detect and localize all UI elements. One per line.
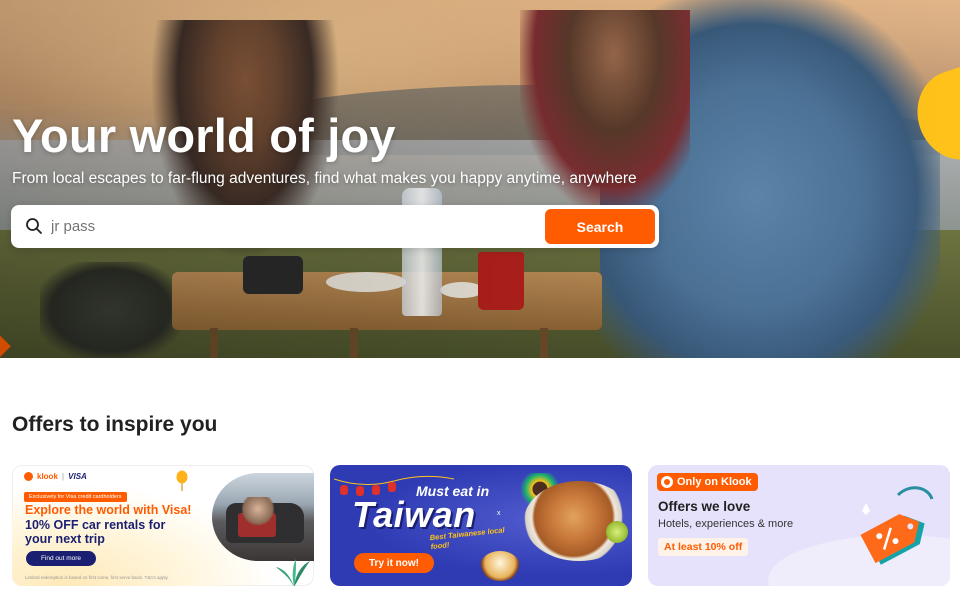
- discount-chip: At least 10% off: [658, 538, 749, 556]
- offer-card-visa[interactable]: klook | VISA Exclusively for Visa credit…: [12, 465, 314, 586]
- offer-tag: Exclusively for Visa credit cardholders: [24, 492, 127, 502]
- search-icon: [26, 218, 42, 234]
- headline-line: your next trip: [25, 532, 105, 546]
- travelers: [242, 497, 274, 527]
- offer-headline: Explore the world with Visa! 10% OFF car…: [25, 503, 215, 547]
- only-on-klook-badge: Only on Klook: [657, 473, 758, 491]
- klook-logo-icon: [24, 472, 33, 481]
- hero-banner: Your world of joy From local escapes to …: [0, 0, 960, 358]
- lime-slice: [606, 521, 628, 543]
- search-button[interactable]: Search: [545, 209, 655, 244]
- hero-subtitle: From local escapes to far-flung adventur…: [12, 170, 637, 187]
- brand-visa: VISA: [68, 472, 87, 481]
- fine-print: Limited redemption is based on first com…: [25, 575, 169, 580]
- headline-line: 10% OFF car rentals for: [25, 517, 166, 532]
- find-out-more-button[interactable]: Find out more: [26, 551, 96, 566]
- offer-description: Hotels, experiences & more: [658, 518, 794, 530]
- discount-tag-icon: [860, 486, 934, 565]
- offer-card-only-on-klook[interactable]: Only on Klook Offers we love Hotels, exp…: [648, 465, 950, 586]
- klook-logo-icon: [661, 476, 673, 488]
- brand-logos: klook | VISA: [24, 472, 87, 481]
- badge-label: Only on Klook: [677, 476, 752, 488]
- headline-line: Explore the world with Visa!: [25, 503, 192, 517]
- try-it-now-button[interactable]: Try it now!: [354, 553, 434, 573]
- hero-title: Your world of joy: [12, 109, 396, 162]
- car-trip-photo: [212, 473, 314, 561]
- plant-icon: [276, 559, 310, 586]
- shaved-ice-bowl: [480, 551, 520, 581]
- offer-card-taiwan[interactable]: Must eat in Taiwan x Best Taiwanese loca…: [330, 465, 632, 586]
- taiwan-mark: x: [497, 510, 501, 517]
- search-bar[interactable]: Search: [11, 205, 659, 248]
- search-input[interactable]: [51, 211, 541, 242]
- brand-klook: klook: [37, 472, 58, 481]
- balloon-icon: [176, 470, 188, 491]
- offers-section-title: Offers to inspire you: [12, 413, 218, 436]
- offer-title: Offers we love: [658, 499, 751, 514]
- brand-separator: |: [61, 472, 65, 481]
